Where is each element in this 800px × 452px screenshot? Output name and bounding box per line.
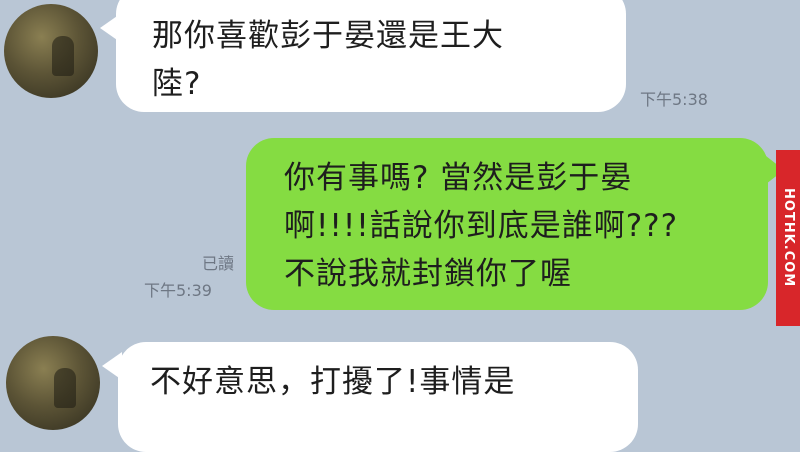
site-watermark: HOTHK.COM [776, 150, 800, 326]
chat-area: 那你喜歡彭于晏還是王大 陸? 下午5:38 已讀 下午5:39 你有事嗎? 當然… [0, 0, 800, 452]
message-timestamp: 下午5:38 [640, 90, 708, 109]
incoming-message-bubble[interactable]: 不好意思，打擾了!事情是 [118, 342, 638, 452]
outgoing-message-bubble[interactable]: 你有事嗎? 當然是彭于晏 啊!!!!話說你到底是誰啊??? 不說我就封鎖你了喔 [246, 138, 768, 310]
read-receipt: 已讀 [201, 254, 234, 273]
message-timestamp: 下午5:39 [144, 281, 212, 300]
contact-avatar[interactable] [4, 4, 98, 98]
incoming-message-bubble[interactable]: 那你喜歡彭于晏還是王大 陸? [116, 0, 626, 112]
